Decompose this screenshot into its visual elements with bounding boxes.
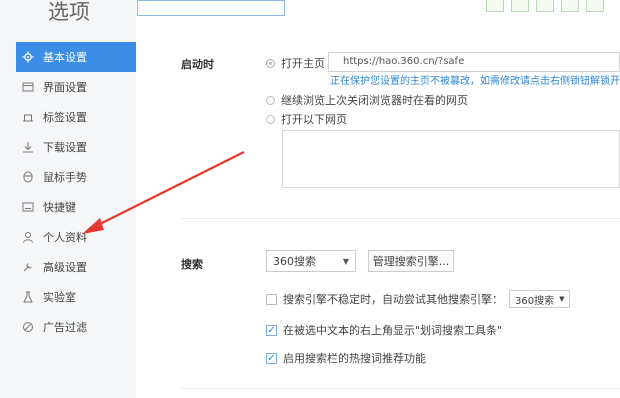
annotation-arrow-icon (82, 151, 245, 234)
